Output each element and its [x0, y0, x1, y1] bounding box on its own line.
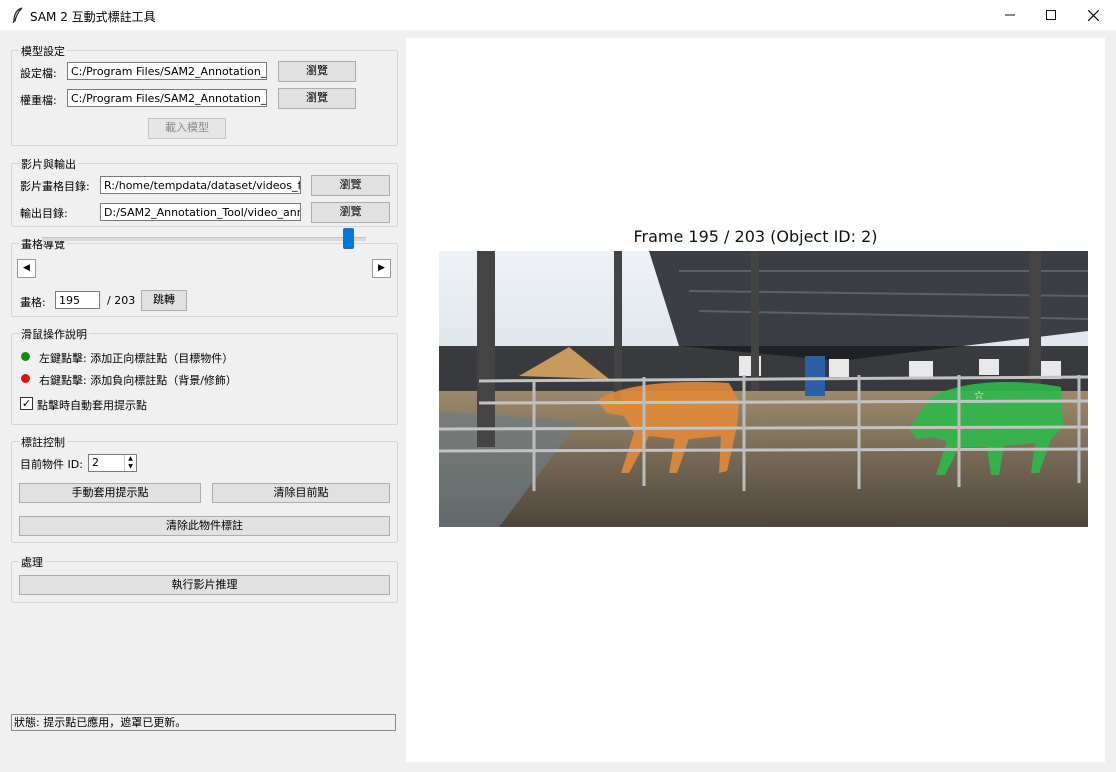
frame-slider-track[interactable] [42, 237, 366, 241]
output-dir-browse-button[interactable]: 瀏覽 [311, 202, 390, 223]
frame-total: / 203 [107, 294, 136, 307]
blue-drum [805, 356, 825, 396]
triangle-right-icon: ▶ [378, 263, 385, 273]
auto-apply-label: 點擊時自動套用提示點 [37, 399, 147, 412]
weights-browse-button[interactable]: 瀏覽 [278, 88, 356, 109]
auto-apply-checkbox[interactable]: ✓ [20, 397, 33, 410]
minimize-icon [1005, 14, 1015, 16]
weights-file-label: 權重檔: [20, 94, 57, 107]
triangle-left-icon: ◀ [23, 263, 30, 273]
jump-button[interactable]: 跳轉 [141, 290, 187, 311]
clear-object-button[interactable]: 清除此物件標註 [19, 516, 390, 536]
feather-icon [12, 7, 23, 23]
model-settings-title: 模型設定 [19, 43, 67, 59]
frames-dir-field[interactable]: R:/home/tempdata/dataset/videos_frames [100, 176, 301, 194]
negative-point-icon [21, 374, 30, 383]
frames-dir-label: 影片畫格目錄: [20, 180, 90, 193]
status-bar: 狀態: 提示點已應用，遮罩已更新。 [11, 714, 396, 731]
checkmark-icon: ✓ [21, 397, 32, 410]
clear-points-button[interactable]: 清除目前點 [212, 483, 390, 503]
load-model-button[interactable]: 載入模型 [148, 118, 226, 139]
positive-point-icon [21, 352, 30, 361]
apply-prompts-button[interactable]: 手動套用提示點 [19, 483, 201, 503]
annotation-title: 標註控制 [19, 434, 67, 450]
object-id-spinbox[interactable]: 2 ▲ ▼ [88, 454, 137, 472]
right-click-help: 右鍵點擊: 添加負向標註點（背景/修飾） [39, 374, 237, 387]
title-bar: SAM 2 互動式標註工具 [0, 0, 1116, 30]
spin-up-icon[interactable]: ▲ [124, 455, 136, 463]
mouse-help-title: 滑鼠操作說明 [19, 326, 89, 342]
maximize-button[interactable] [1028, 0, 1074, 30]
output-dir-field[interactable]: D:/SAM2_Annotation_Tool/video_annotation… [100, 203, 301, 221]
video-output-title: 影片與輸出 [19, 156, 78, 172]
processing-title: 處理 [19, 554, 45, 570]
frame-slider-thumb[interactable] [343, 228, 354, 249]
close-icon [1087, 9, 1099, 22]
frame-label: 畫格: [20, 296, 46, 309]
left-click-help: 左鍵點擊: 添加正向標註點（目標物件） [39, 352, 234, 365]
window-title: SAM 2 互動式標註工具 [30, 10, 156, 24]
video-frame[interactable]: ☆ [439, 251, 1088, 527]
config-file-field[interactable]: C:/Program Files/SAM2_Annotation_Tool [67, 62, 267, 80]
annotation-canvas[interactable]: Frame 195 / 203 (Object ID: 2) ☆ [406, 38, 1105, 762]
run-inference-button[interactable]: 執行影片推理 [19, 575, 390, 595]
object-id-value: 2 [92, 456, 99, 469]
frames-dir-browse-button[interactable]: 瀏覽 [311, 175, 390, 196]
maximize-icon [1046, 10, 1056, 20]
prev-frame-button[interactable]: ◀ [17, 259, 36, 278]
object-id-label: 目前物件 ID: [20, 458, 83, 471]
close-button[interactable] [1070, 0, 1116, 30]
next-frame-button[interactable]: ▶ [372, 259, 391, 278]
weights-file-field[interactable]: C:/Program Files/SAM2_Annotation_Tool [67, 89, 267, 107]
spin-down-icon[interactable]: ▼ [124, 463, 136, 471]
frame-number-field[interactable]: 195 [55, 291, 100, 309]
config-file-label: 設定檔: [20, 67, 57, 80]
output-dir-label: 輸出目錄: [20, 207, 68, 220]
frame-title: Frame 195 / 203 (Object ID: 2) [633, 227, 878, 246]
minimize-button[interactable] [987, 0, 1033, 30]
config-browse-button[interactable]: 瀏覽 [278, 61, 356, 82]
